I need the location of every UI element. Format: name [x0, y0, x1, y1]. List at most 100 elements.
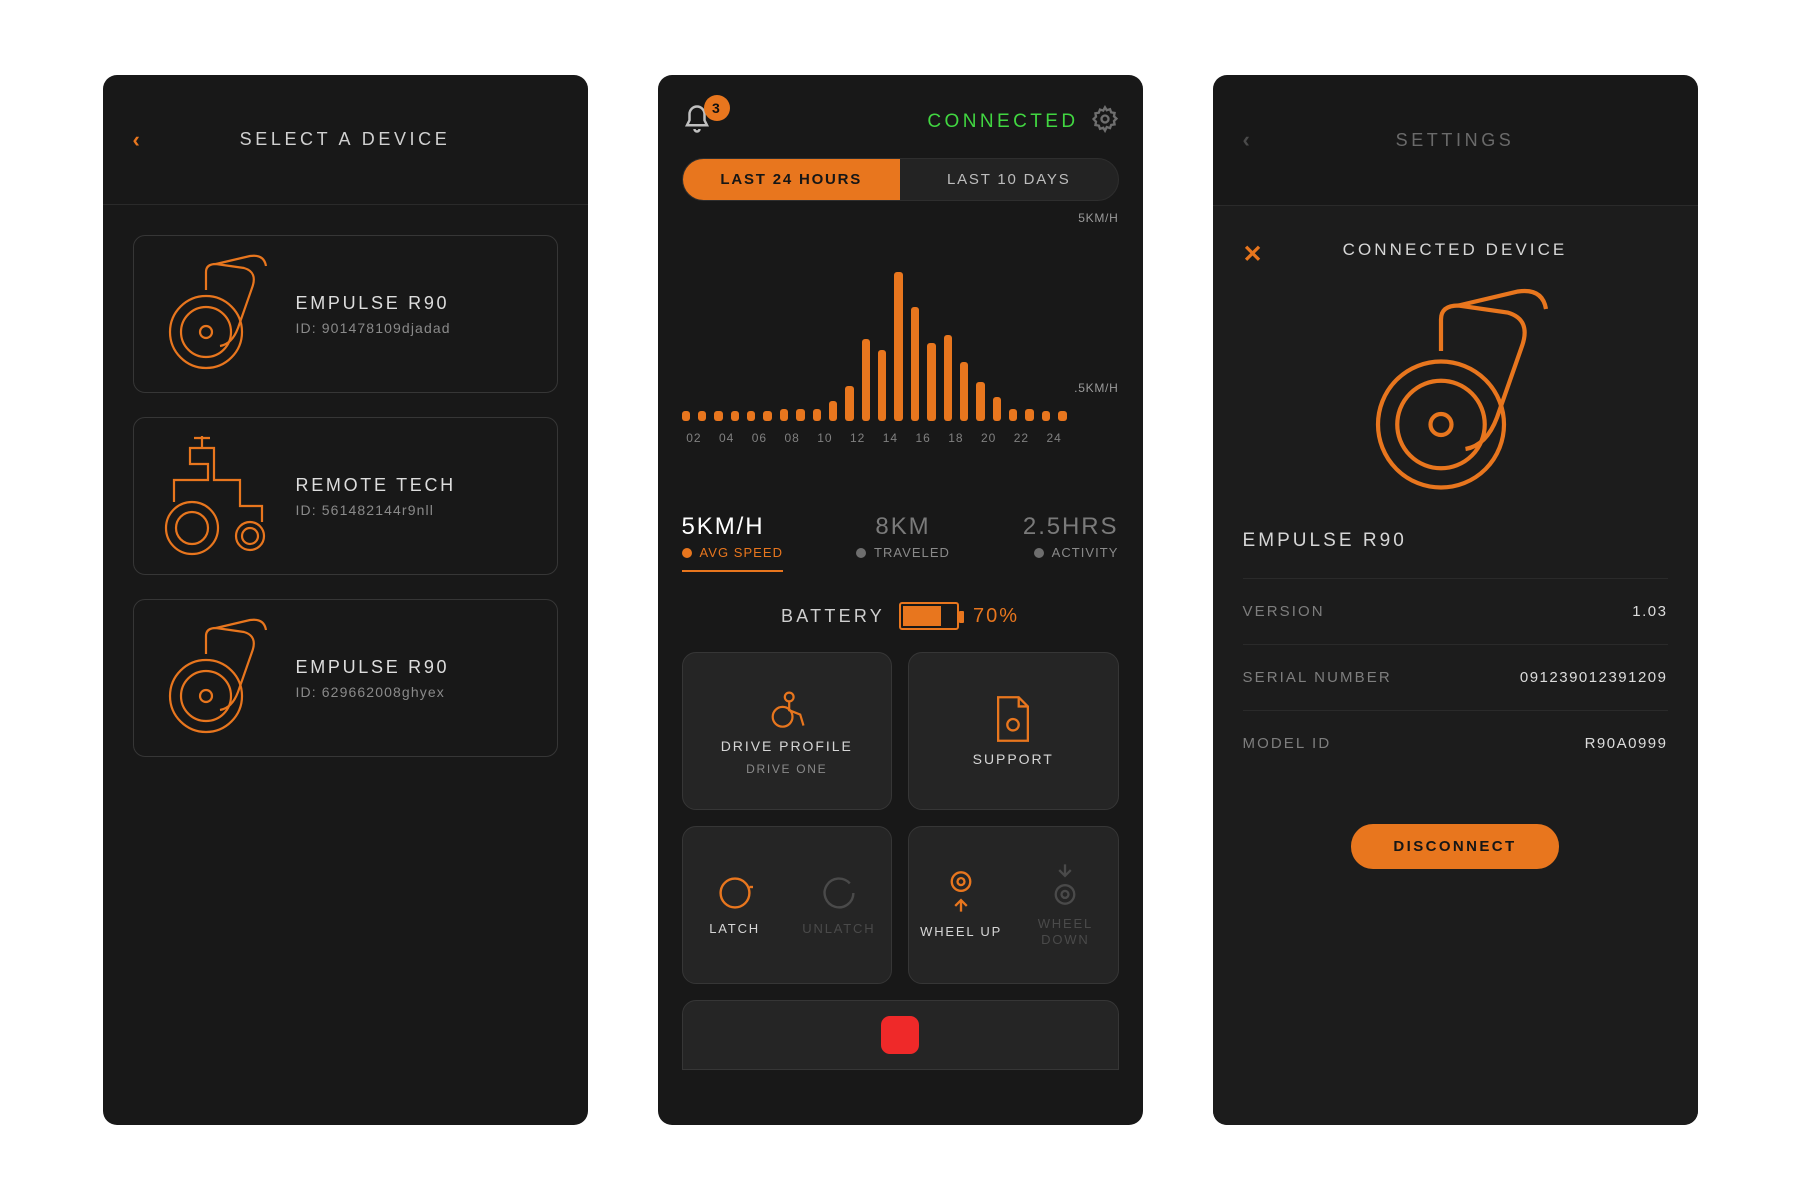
battery-percent: 70% [973, 605, 1019, 628]
screen-select-device: ‹ SELECT A DEVICE EMPULSE R90 ID: 901478… [103, 75, 588, 1125]
battery-label: BATTERY [781, 606, 885, 627]
chart-bar [1025, 409, 1033, 421]
x-tick: 20 [976, 431, 1001, 445]
y-axis-label-bottom: .5KM/H [1074, 381, 1118, 395]
battery-icon [899, 602, 959, 630]
chart-bar [960, 362, 968, 421]
back-button[interactable]: ‹ [133, 127, 153, 153]
wheel-down-icon [1047, 862, 1083, 906]
disconnect-button[interactable]: DISCONNECT [1351, 824, 1558, 869]
wheel-up-button[interactable]: WHEEL UP [909, 870, 1013, 940]
chart-bar [763, 411, 771, 421]
x-tick: 08 [780, 431, 805, 445]
metric-activity[interactable]: 2.5HRS ACTIVITY [1023, 513, 1119, 560]
x-tick: 18 [944, 431, 969, 445]
chart-bar [796, 409, 804, 421]
chart-bar [780, 409, 788, 421]
row-version: VERSION1.03 [1243, 578, 1668, 644]
wheel-icon [154, 254, 274, 374]
dot-icon [856, 548, 866, 558]
header: 3 CONNECTED [658, 75, 1143, 158]
chart-bar [911, 307, 919, 421]
close-button[interactable]: ✕ [1243, 240, 1265, 269]
row-model: MODEL IDR90A0999 [1243, 710, 1668, 776]
record-tile[interactable] [682, 1000, 1119, 1070]
chart-bar [747, 411, 755, 421]
device-id: ID: 901478109djadad [296, 320, 451, 336]
tile-wheel: WHEEL UP WHEEL DOWN [908, 826, 1119, 984]
speed-chart: 5KM/H .5KM/H 02 04 06 08 10 12 14 16 18 20 22 24 [682, 211, 1119, 491]
settings-button[interactable] [1091, 105, 1119, 138]
latch-icon [717, 875, 753, 911]
screen-dashboard: 3 CONNECTED LAST 24 HOURS LAST 10 DAYS 5… [658, 75, 1143, 1125]
x-tick: 14 [878, 431, 903, 445]
x-tick: 02 [682, 431, 707, 445]
chart-bar [944, 335, 952, 421]
y-axis-label-top: 5KM/H [1078, 211, 1118, 225]
x-tick: 22 [1009, 431, 1034, 445]
back-button[interactable]: ‹ [1243, 127, 1263, 153]
chart-bar [1009, 409, 1017, 421]
chart-bar [976, 382, 984, 421]
tile-support[interactable]: SUPPORT [908, 652, 1119, 810]
tile-drive-profile[interactable]: DRIVE PROFILE DRIVE ONE [682, 652, 893, 810]
chart-bar [714, 411, 722, 421]
device-name: EMPULSE R90 [1243, 530, 1668, 552]
device-id: ID: 629662008ghyex [296, 684, 450, 700]
device-id: ID: 561482144r9nll [296, 502, 456, 518]
chart-bar [927, 343, 935, 421]
action-grid: DRIVE PROFILE DRIVE ONE SUPPORT LATCH UN… [682, 652, 1119, 984]
device-list: EMPULSE R90 ID: 901478109djadad REMOTE T… [103, 205, 588, 757]
latch-button[interactable]: LATCH [683, 875, 787, 936]
wheelchair-user-icon [765, 686, 809, 730]
x-tick: 10 [813, 431, 838, 445]
device-name: EMPULSE R90 [296, 293, 451, 314]
page-title: SETTINGS [1263, 130, 1668, 151]
battery-row: BATTERY 70% [658, 602, 1143, 630]
connection-status: CONNECTED [927, 111, 1078, 133]
metric-traveled[interactable]: 8KM TRAVELED [856, 513, 950, 560]
chart-bar [1042, 411, 1050, 421]
notifications-button[interactable]: 3 [682, 103, 726, 140]
chart-bar [878, 350, 886, 421]
wheel-icon [154, 618, 274, 738]
device-card[interactable]: REMOTE TECH ID: 561482144r9nll [133, 417, 558, 575]
device-card[interactable]: EMPULSE R90 ID: 901478109djadad [133, 235, 558, 393]
chart-bar [894, 272, 902, 421]
segment-10d[interactable]: LAST 10 DAYS [900, 159, 1118, 200]
screen-settings: ‹ SETTINGS ✕ CONNECTED DEVICE EMPULSE R9… [1213, 75, 1698, 1125]
header: ‹ SETTINGS [1213, 75, 1698, 205]
chart-bar [698, 411, 706, 421]
wheel-icon [1243, 288, 1668, 498]
x-tick: 16 [911, 431, 936, 445]
connected-device-sheet: ✕ CONNECTED DEVICE EMPULSE R90 VERSION1.… [1213, 205, 1698, 1125]
x-tick: 04 [714, 431, 739, 445]
x-tick: 12 [845, 431, 870, 445]
chart-bar [829, 401, 837, 421]
chart-bar [862, 339, 870, 421]
chart-bar [845, 386, 853, 421]
segment-24h[interactable]: LAST 24 HOURS [683, 159, 901, 200]
tile-latch: LATCH UNLATCH [682, 826, 893, 984]
page-title: SELECT A DEVICE [153, 129, 558, 150]
time-range-segment: LAST 24 HOURS LAST 10 DAYS [682, 158, 1119, 201]
bell-icon [682, 122, 712, 139]
row-serial: SERIAL NUMBER091239012391209 [1243, 644, 1668, 710]
device-card[interactable]: EMPULSE R90 ID: 629662008ghyex [133, 599, 558, 757]
chart-bar [1058, 411, 1066, 421]
wheel-down-button[interactable]: WHEEL DOWN [1013, 862, 1117, 947]
header: ‹ SELECT A DEVICE [103, 75, 588, 205]
x-tick: 24 [1042, 431, 1067, 445]
wheel-up-icon [943, 870, 979, 914]
unlatch-button[interactable]: UNLATCH [787, 875, 891, 936]
x-tick: 06 [747, 431, 772, 445]
metrics-row: 5KM/H AVG SPEED 8KM TRAVELED 2.5HRS ACTI… [682, 513, 1119, 566]
chart-bar [813, 409, 821, 421]
metric-avg-speed[interactable]: 5KM/H AVG SPEED [682, 513, 784, 560]
device-name: REMOTE TECH [296, 475, 456, 496]
unlatch-icon [821, 875, 857, 911]
device-name: EMPULSE R90 [296, 657, 450, 678]
chart-bar [993, 397, 1001, 421]
sheet-title: CONNECTED DEVICE [1243, 240, 1668, 260]
record-icon [881, 1016, 919, 1054]
